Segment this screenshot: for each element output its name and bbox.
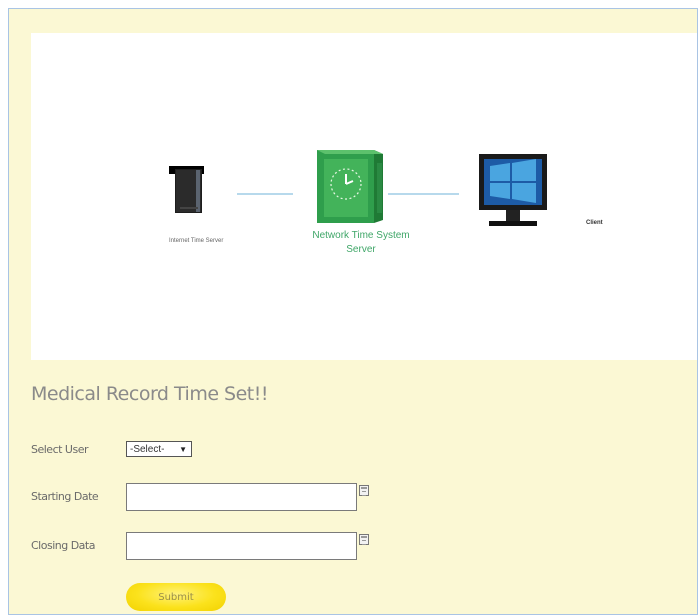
- page-frame: Internet Time Server Network Time System…: [8, 8, 698, 615]
- form-title: Medical Record Time Set!!: [31, 383, 269, 405]
- client-computer-icon: [479, 154, 547, 226]
- select-user-dropdown[interactable]: -Select- ▼: [126, 441, 192, 457]
- closing-date-calendar-icon[interactable]: [359, 534, 369, 545]
- submit-button[interactable]: Submit: [126, 583, 226, 611]
- starting-date-input[interactable]: [126, 483, 357, 511]
- starting-date-calendar-icon[interactable]: [359, 485, 369, 496]
- select-user-label: Select User: [31, 443, 89, 456]
- starting-date-label: Starting Date: [31, 490, 99, 503]
- select-user-value: -Select-: [130, 443, 165, 455]
- network-time-diagram: Internet Time Server Network Time System…: [31, 33, 697, 360]
- network-time-server-label: Network Time System Server: [281, 229, 441, 257]
- client-label: Client: [586, 220, 603, 226]
- internet-time-server-label: Internet Time Server: [169, 238, 224, 244]
- diagram-graphic: [169, 150, 547, 226]
- closing-date-label: Closing Data: [31, 539, 95, 552]
- internet-time-server-icon: [169, 166, 204, 213]
- network-time-server-label-line1: Network Time System: [312, 230, 410, 241]
- ntp-server-icon: [317, 150, 383, 223]
- closing-date-input[interactable]: [126, 532, 357, 560]
- network-time-server-label-line2: Server: [346, 244, 376, 255]
- dropdown-arrow-icon: ▼: [179, 445, 187, 454]
